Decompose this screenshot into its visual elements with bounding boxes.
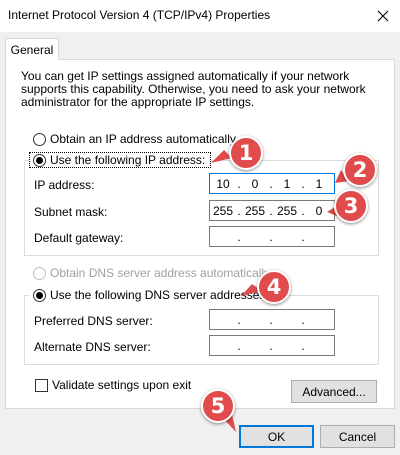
description-text: You can get IP settings assigned automat…: [21, 69, 366, 109]
callout-badge-3: 3: [334, 189, 368, 223]
subnet-mask-label: Subnet mask:: [34, 205, 108, 219]
cancel-button-label: Cancel: [338, 429, 377, 444]
close-icon: [377, 10, 389, 22]
ok-button-label: OK: [267, 429, 286, 444]
ip-manual-label: Use the following IP address:: [50, 153, 206, 167]
tab-general[interactable]: General: [5, 38, 59, 60]
ip-octet-4: 1: [315, 176, 323, 191]
advanced-button-label: Advanced...: [302, 384, 366, 399]
ip-auto-label: Obtain an IP address automatically: [50, 132, 236, 146]
mask-octet-1: 255: [212, 203, 234, 218]
ip-octet-2: 0: [251, 176, 259, 191]
window-title: Internet Protocol Version 4 (TCP/IPv4) P…: [8, 8, 271, 22]
advanced-button[interactable]: Advanced...: [291, 380, 377, 403]
ip-address-label: IP address:: [34, 178, 95, 192]
ok-button[interactable]: OK: [239, 425, 314, 448]
dns-manual-label: Use the following DNS server addresses:: [50, 288, 269, 302]
preferred-dns-label: Preferred DNS server:: [34, 314, 153, 328]
radio-dns-auto[interactable]: [33, 267, 46, 280]
callout-badge-4: 4: [257, 270, 291, 304]
preferred-dns-input[interactable]: . . .: [209, 309, 335, 330]
validate-label: Validate settings upon exit: [52, 378, 192, 392]
mask-octet-4: 0: [315, 203, 323, 218]
radio-ip-manual[interactable]: [33, 154, 46, 167]
radio-ip-auto[interactable]: [33, 133, 46, 146]
callout-badge-5: 5: [201, 389, 235, 423]
close-button[interactable]: [368, 2, 398, 30]
mask-octet-3: 255: [276, 203, 298, 218]
default-gateway-label: Default gateway:: [34, 231, 124, 245]
default-gateway-input[interactable]: . . .: [209, 226, 335, 247]
subnet-mask-input[interactable]: 255. 255. 255. 0: [209, 200, 335, 221]
alternate-dns-input[interactable]: . . .: [209, 335, 335, 356]
callout-badge-2: 2: [343, 153, 377, 187]
radio-selected-dot: [36, 157, 43, 164]
tab-general-label: General: [10, 42, 54, 57]
alternate-dns-label: Alternate DNS server:: [34, 340, 151, 354]
ip-octet-3: 1: [283, 176, 291, 191]
validate-checkbox[interactable]: [35, 379, 48, 392]
cancel-button[interactable]: Cancel: [320, 425, 395, 448]
radio-dns-manual[interactable]: [33, 289, 46, 302]
radio-selected-dot: [36, 292, 43, 299]
ip-address-input[interactable]: 10. 0. 1. 1: [209, 173, 335, 194]
mask-octet-2: 255: [244, 203, 266, 218]
dns-auto-label: Obtain DNS server address automatically: [50, 266, 271, 280]
callout-badge-1: 1: [229, 136, 263, 170]
ip-octet-1: 10: [216, 176, 230, 191]
